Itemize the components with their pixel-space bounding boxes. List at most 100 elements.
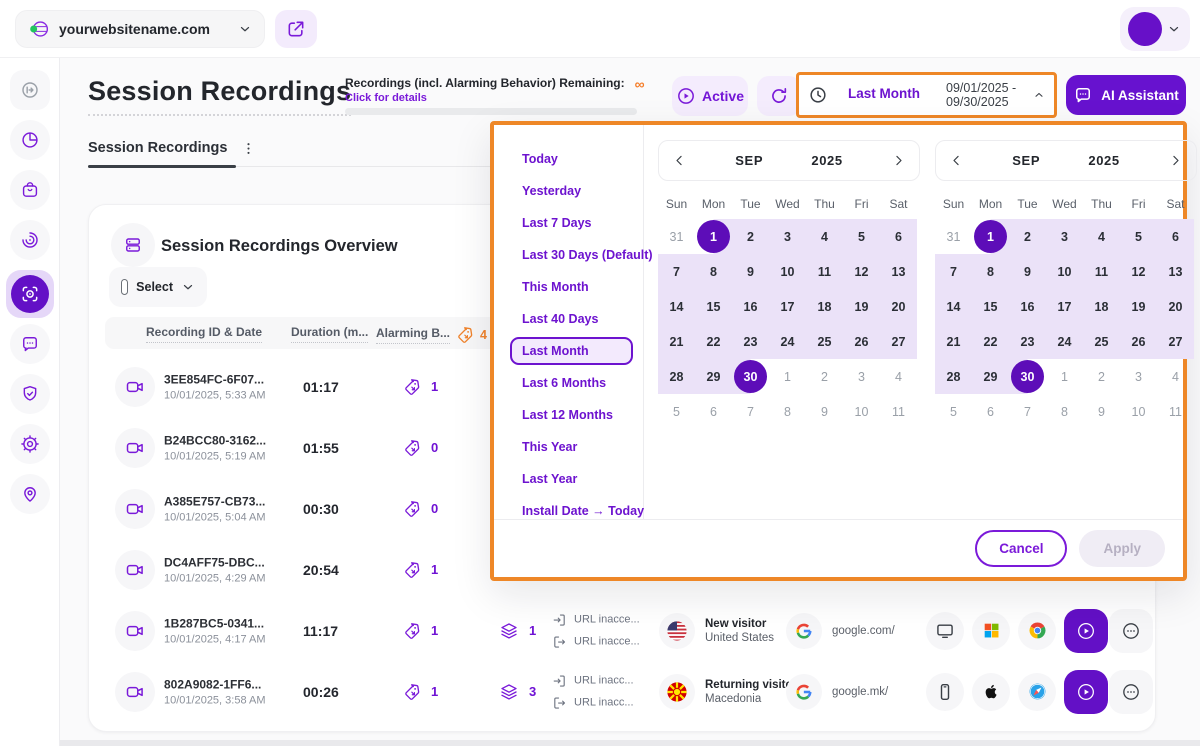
open-site-button[interactable] (275, 10, 317, 48)
day-cell[interactable]: 9 (732, 254, 769, 289)
day-cell[interactable]: 8 (972, 254, 1009, 289)
account-menu[interactable] (1120, 7, 1190, 51)
preset-today[interactable]: Today (510, 145, 633, 173)
recording-row[interactable]: 802A9082-1FF6...10/01/2025, 3:58 AM00:26… (89, 661, 1157, 722)
overview-icon-button[interactable] (111, 223, 155, 267)
ai-assistant-button[interactable]: AI Assistant (1066, 75, 1186, 115)
preset-yesterday[interactable]: Yesterday (510, 177, 633, 205)
day-cell[interactable]: 4 (1157, 359, 1194, 394)
preset-this-month[interactable]: This Month (510, 273, 633, 301)
day-cell[interactable]: 17 (769, 289, 806, 324)
day-cell[interactable]: 10 (769, 254, 806, 289)
date-range-button[interactable]: Last Month 09/01/2025 - 09/30/2025 (802, 78, 1051, 112)
day-cell[interactable]: 8 (769, 394, 806, 429)
day-cell[interactable]: 5 (935, 394, 972, 429)
preset-last-month[interactable]: Last Month (510, 337, 633, 365)
next-month-button[interactable] (1168, 153, 1183, 168)
day-cell[interactable]: 2 (806, 359, 843, 394)
day-cell[interactable]: 4 (806, 219, 843, 254)
prev-month-button[interactable] (672, 153, 687, 168)
prev-month-button[interactable] (949, 153, 964, 168)
day-cell[interactable]: 17 (1046, 289, 1083, 324)
column-id-date[interactable]: Recording ID & Date (146, 325, 262, 339)
day-cell[interactable]: 12 (843, 254, 880, 289)
day-cell[interactable]: 4 (880, 359, 917, 394)
select-checkbox[interactable] (121, 279, 128, 295)
day-cell[interactable]: 3 (843, 359, 880, 394)
apply-button[interactable]: Apply (1079, 530, 1165, 567)
day-cell[interactable]: 3 (1120, 359, 1157, 394)
day-cell[interactable]: 11 (806, 254, 843, 289)
sidebar-item-chat[interactable] (10, 324, 50, 364)
select-dropdown[interactable]: Select (109, 267, 207, 307)
day-cell[interactable]: 6 (1157, 219, 1194, 254)
day-cell[interactable]: 7 (658, 254, 695, 289)
day-cell[interactable]: 11 (1157, 394, 1194, 429)
preset-last-12-months[interactable]: Last 12 Months (510, 401, 633, 429)
day-cell[interactable]: 26 (1120, 324, 1157, 359)
sidebar-item-security[interactable] (10, 374, 50, 414)
day-cell[interactable]: 9 (806, 394, 843, 429)
tab-session-recordings[interactable]: Session Recordings (88, 140, 256, 156)
day-cell[interactable]: 10 (1120, 394, 1157, 429)
day-cell[interactable]: 13 (1157, 254, 1194, 289)
day-cell[interactable]: 7 (935, 254, 972, 289)
day-cell[interactable]: 27 (880, 324, 917, 359)
day-cell[interactable]: 14 (658, 289, 695, 324)
kebab-menu-icon[interactable] (241, 141, 256, 156)
day-cell[interactable]: 27 (1157, 324, 1194, 359)
preset-last-30-days-default[interactable]: Last 30 Days (Default) (510, 241, 633, 269)
day-cell[interactable]: 8 (1046, 394, 1083, 429)
day-cell[interactable]: 28 (935, 359, 972, 394)
day-cell[interactable]: 18 (1083, 289, 1120, 324)
day-cell[interactable]: 2 (1083, 359, 1120, 394)
day-cell[interactable]: 1 (1046, 359, 1083, 394)
day-cell[interactable]: 7 (732, 394, 769, 429)
day-cell[interactable]: 25 (1083, 324, 1120, 359)
day-cell[interactable]: 3 (1046, 219, 1083, 254)
day-cell[interactable]: 2 (732, 219, 769, 254)
day-cell[interactable]: 1 (695, 219, 732, 254)
day-cell[interactable]: 23 (732, 324, 769, 359)
preset-last-6-months[interactable]: Last 6 Months (510, 369, 633, 397)
day-cell[interactable]: 16 (1009, 289, 1046, 324)
day-cell[interactable]: 6 (880, 219, 917, 254)
day-cell[interactable]: 1 (769, 359, 806, 394)
day-cell[interactable]: 12 (1120, 254, 1157, 289)
day-cell[interactable]: 24 (769, 324, 806, 359)
day-cell[interactable]: 14 (935, 289, 972, 324)
play-recording-button[interactable] (1064, 609, 1108, 653)
sidebar-item-collapse[interactable] (10, 70, 50, 110)
recording-row[interactable]: 1B287BC5-0341...10/01/2025, 4:17 AM11:17… (89, 600, 1157, 661)
sidebar-item-recordings[interactable] (6, 270, 54, 318)
preset-this-year[interactable]: This Year (510, 433, 633, 461)
column-alarming[interactable]: Alarming B... 4 (376, 325, 487, 345)
sidebar-item-store[interactable] (10, 170, 50, 210)
day-cell[interactable]: 15 (695, 289, 732, 324)
preset-last-7-days[interactable]: Last 7 Days (510, 209, 633, 237)
sidebar-item-radar[interactable] (10, 220, 50, 260)
preset-last-year[interactable]: Last Year (510, 465, 633, 493)
day-cell[interactable]: 9 (1009, 254, 1046, 289)
day-cell[interactable]: 2 (1009, 219, 1046, 254)
sidebar-item-settings[interactable] (10, 424, 50, 464)
details-link[interactable]: Click for details (345, 92, 427, 104)
day-cell[interactable]: 13 (880, 254, 917, 289)
day-cell[interactable]: 4 (1083, 219, 1120, 254)
day-cell[interactable]: 30 (732, 359, 769, 394)
day-cell[interactable]: 11 (1083, 254, 1120, 289)
day-cell[interactable]: 23 (1009, 324, 1046, 359)
day-cell[interactable]: 9 (1083, 394, 1120, 429)
day-cell[interactable]: 29 (695, 359, 732, 394)
day-cell[interactable]: 15 (972, 289, 1009, 324)
day-cell[interactable]: 31 (658, 219, 695, 254)
column-duration[interactable]: Duration (m... (291, 325, 368, 339)
day-cell[interactable]: 19 (1120, 289, 1157, 324)
day-cell[interactable]: 28 (658, 359, 695, 394)
day-cell[interactable]: 8 (695, 254, 732, 289)
day-cell[interactable]: 6 (972, 394, 1009, 429)
day-cell[interactable]: 31 (935, 219, 972, 254)
day-cell[interactable]: 11 (880, 394, 917, 429)
more-actions-button[interactable] (1109, 609, 1153, 653)
preset-last-40-days[interactable]: Last 40 Days (510, 305, 633, 333)
